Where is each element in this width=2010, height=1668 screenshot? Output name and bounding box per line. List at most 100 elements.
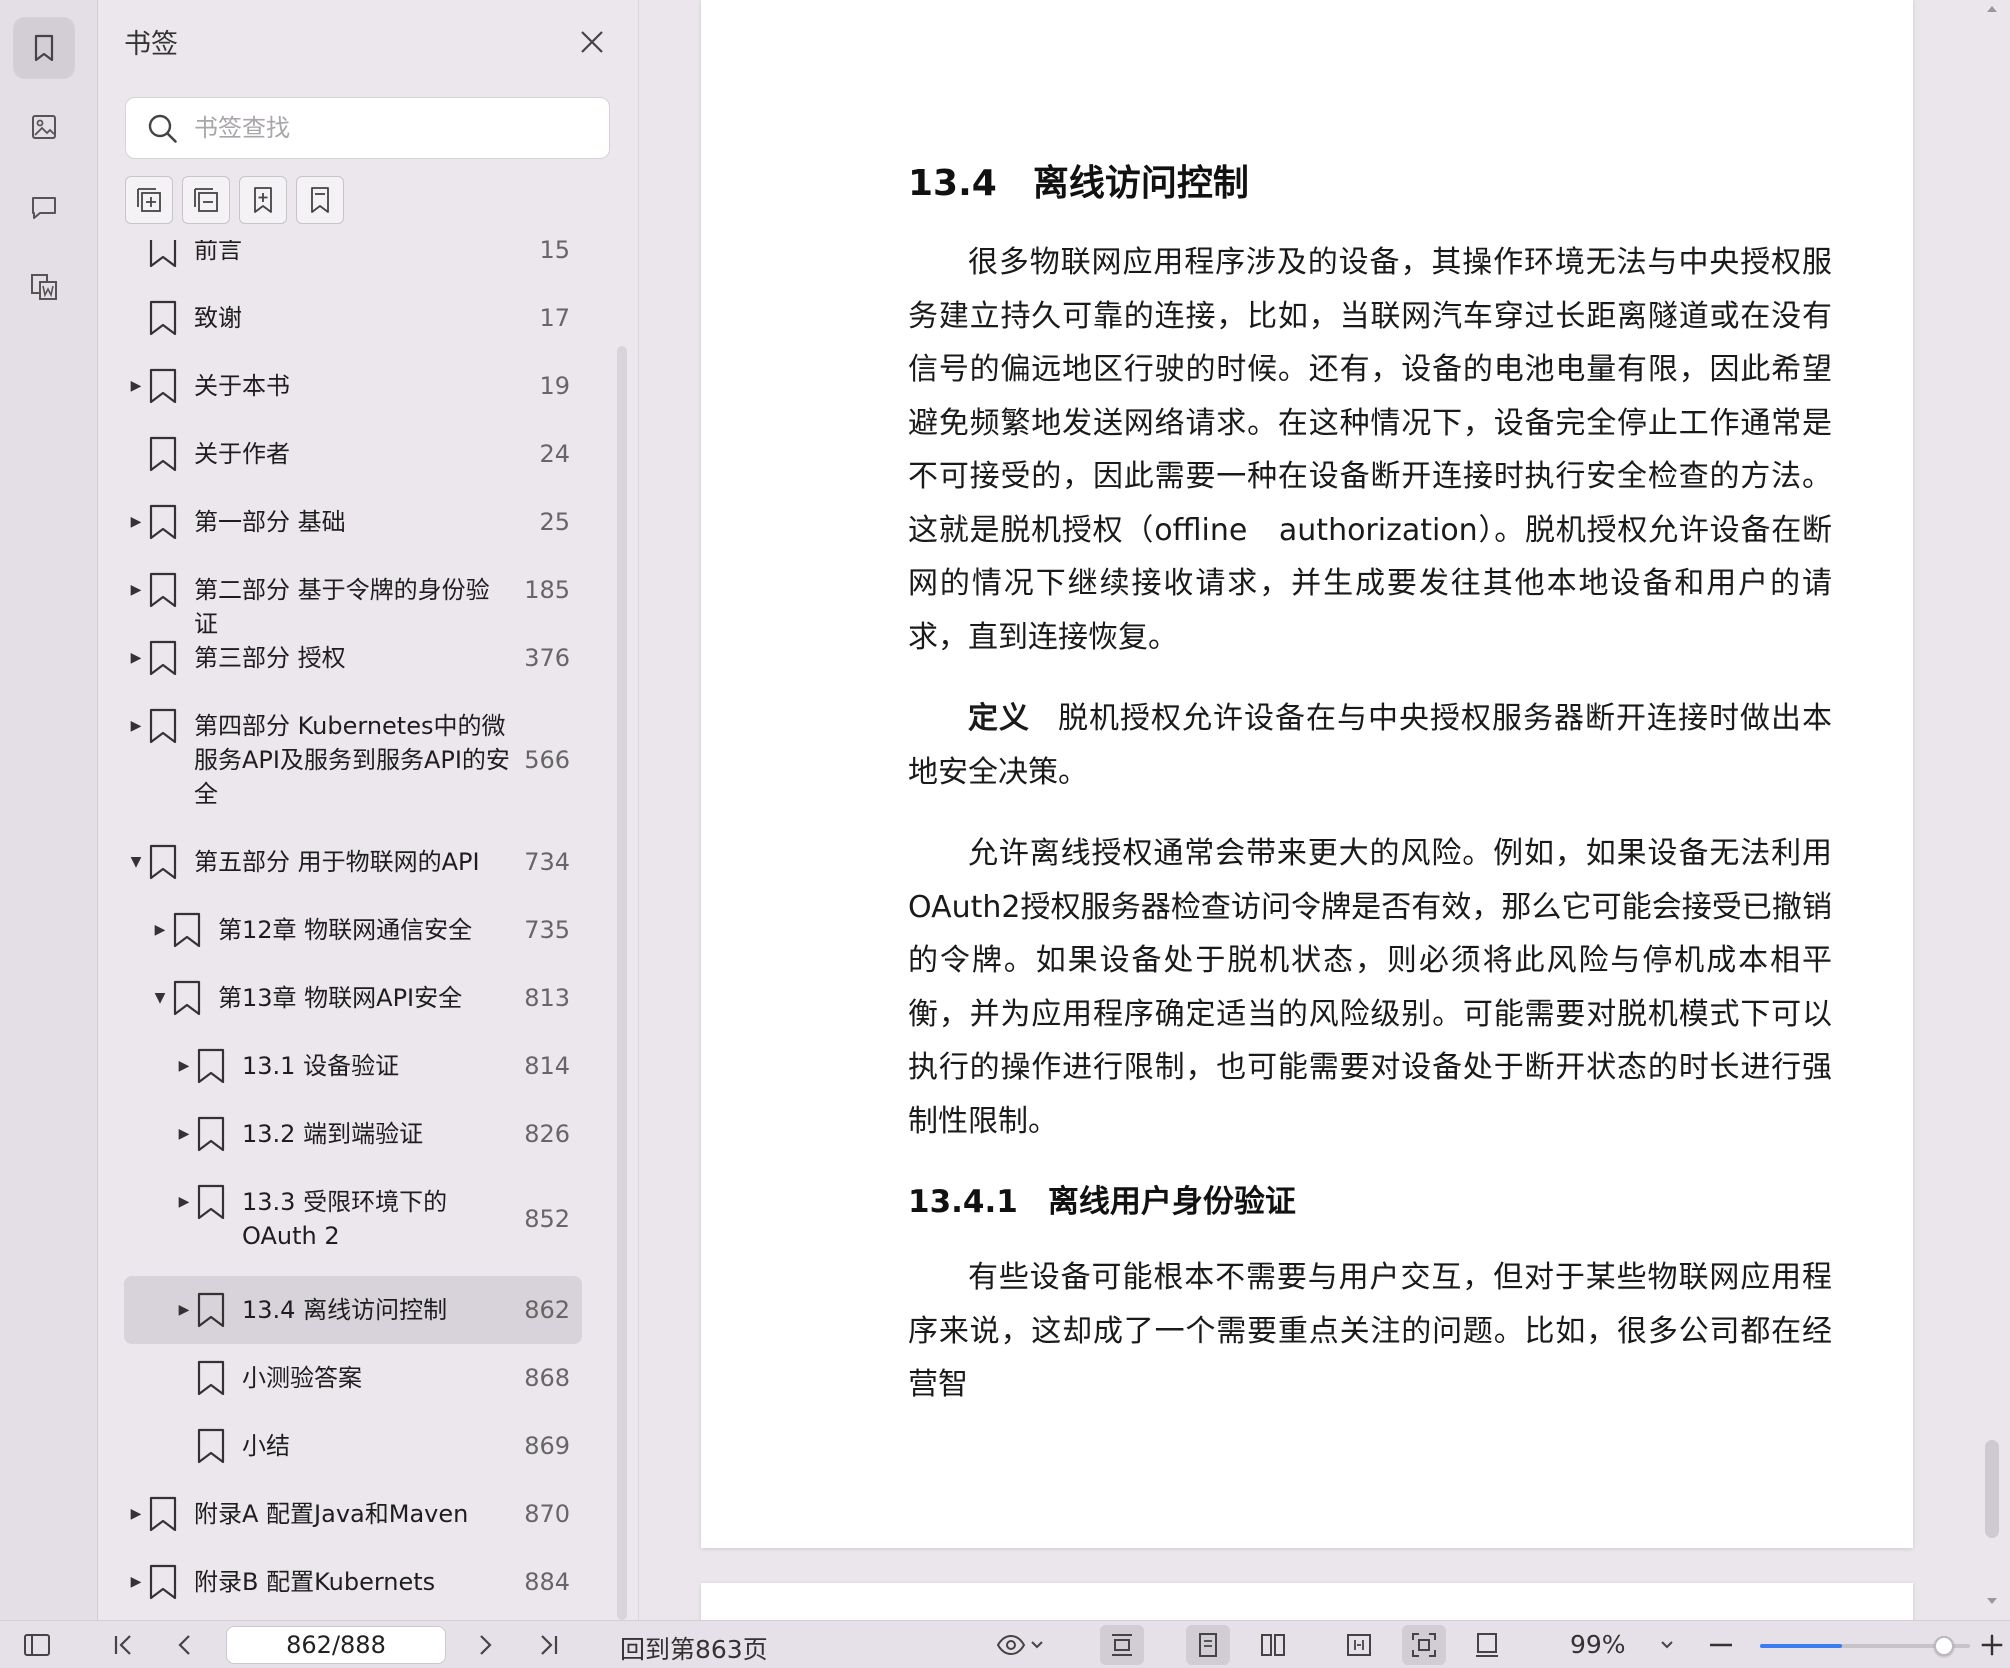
zoom-dropdown-button[interactable] <box>1650 1629 1684 1661</box>
bookmark-icon <box>149 1496 177 1532</box>
reading-mode-button[interactable] <box>990 1629 1050 1661</box>
continuous-scroll-button[interactable] <box>1100 1625 1144 1665</box>
bookmark-outline-icon <box>311 187 329 213</box>
bookmark-page-number: 24 <box>539 440 570 468</box>
collapsed-arrow-icon[interactable]: ▶ <box>128 488 144 556</box>
zoom-slider[interactable] <box>1760 1636 1970 1656</box>
zoom-in-button[interactable] <box>1978 1629 2006 1661</box>
last-page-icon <box>541 1635 558 1655</box>
toggle-sidebar-button[interactable] <box>20 1629 54 1661</box>
close-panel-button[interactable] <box>574 24 610 60</box>
collapsed-arrow-icon[interactable]: ▶ <box>128 1548 144 1616</box>
goto-page-link[interactable]: 回到第863页 <box>620 1630 768 1666</box>
first-page-button[interactable] <box>106 1629 140 1661</box>
expanded-arrow-icon[interactable]: ▼ <box>152 964 168 1032</box>
collapsed-arrow-icon[interactable]: ▶ <box>176 1276 192 1344</box>
add-bookmark-icon <box>254 187 272 213</box>
bookmark-item[interactable]: ▼ 第13章 物联网API安全 813 <box>124 964 582 1032</box>
bookmark-outline-button[interactable] <box>296 176 344 224</box>
bookmark-item[interactable]: ▶ 第四部分 Kubernetes中的微服务API及服务到服务API的安全 566 <box>124 692 582 828</box>
bookmark-item[interactable]: ▶ 13.1 设备验证 814 <box>124 1032 582 1100</box>
bookmark-page-number: 185 <box>524 576 570 604</box>
collapsed-arrow-icon[interactable]: ▶ <box>176 1100 192 1168</box>
bookmark-panel-button[interactable] <box>13 17 75 79</box>
fit-page-button[interactable] <box>1402 1625 1446 1665</box>
bookmark-item[interactable]: ▶ 13.4 离线访问控制 862 <box>124 1276 582 1344</box>
bookmark-scrollbar[interactable] <box>617 346 627 1620</box>
next-page-button[interactable] <box>468 1629 502 1661</box>
bookmark-search-box[interactable] <box>125 97 610 159</box>
bookmark-icon <box>149 572 177 608</box>
zoom-slider-fill <box>1760 1644 1842 1648</box>
scroll-up-arrow-icon[interactable] <box>1985 4 1999 14</box>
document-scrollbar-thumb[interactable] <box>1985 1440 1999 1538</box>
two-page-button[interactable] <box>1256 1629 1290 1661</box>
plus-icon <box>1981 1634 2003 1656</box>
add-bookmark-button[interactable] <box>239 176 287 224</box>
collapsed-arrow-icon[interactable]: ▶ <box>128 556 144 624</box>
bookmark-icon <box>149 708 177 744</box>
collapsed-arrow-icon[interactable]: ▶ <box>176 1032 192 1100</box>
expanded-arrow-icon[interactable]: ▼ <box>128 828 144 896</box>
thumbnail-image-icon <box>32 115 56 139</box>
bookmark-item[interactable]: ▶ 附录B 配置Kubernets 884 <box>124 1548 582 1616</box>
collapsed-arrow-icon[interactable]: ▶ <box>128 692 144 760</box>
bookmark-icon <box>197 1360 225 1396</box>
bookmark-item[interactable]: ▶ 第12章 物联网通信安全 735 <box>124 896 582 964</box>
bookmark-item[interactable]: ▶ 附录A 配置Java和Maven 870 <box>124 1480 582 1548</box>
bookmark-item[interactable]: 小测验答案 868 <box>124 1344 582 1412</box>
chevron-left-icon <box>178 1635 190 1655</box>
bookmark-icon <box>173 912 201 948</box>
bookmark-item[interactable]: ▶ 13.2 端到端验证 826 <box>124 1100 582 1168</box>
bookmark-label: 13.1 设备验证 <box>242 1052 400 1080</box>
collapsed-arrow-icon[interactable]: ▶ <box>176 1168 192 1236</box>
page-content: 13.4 离线访问控制 很多物联网应用程序涉及的设备，其操作环境无法与中央授权服务… <box>908 150 1832 1440</box>
bookmark-item[interactable]: ▶ 第三部分 授权 376 <box>124 624 582 692</box>
paragraph-3: 有些设备可能根本不需要与用户交互，但对于某些物联网应用程序来说，这却成了一个需要… <box>908 1260 1832 1402</box>
collapse-all-button[interactable] <box>182 176 230 224</box>
left-icon-rail <box>0 0 98 1620</box>
actual-size-button[interactable] <box>1470 1629 1504 1661</box>
bookmark-page-number: 814 <box>524 1052 570 1080</box>
bookmark-search-input[interactable] <box>194 108 594 148</box>
convert-to-word-button[interactable] <box>13 256 75 318</box>
bookmark-item[interactable]: 前言 15 <box>124 240 582 284</box>
scroll-down-arrow-icon[interactable] <box>1985 1596 1999 1606</box>
bookmark-icon <box>197 1048 225 1084</box>
bookmark-item[interactable]: ▶ 第一部分 基础 25 <box>124 488 582 556</box>
bookmark-label: 附录B 配置Kubernets <box>194 1568 436 1596</box>
bookmark-item[interactable]: ▶ 关于本书 19 <box>124 352 582 420</box>
sidebar-toggle-icon <box>24 1634 50 1656</box>
zoom-slider-handle[interactable] <box>1933 1636 1954 1656</box>
expand-all-button[interactable] <box>125 176 173 224</box>
collapsed-arrow-icon[interactable]: ▶ <box>128 624 144 692</box>
page-number-input[interactable] <box>226 1626 446 1664</box>
thumbnail-panel-button[interactable] <box>13 96 75 158</box>
bookmark-page-number: 869 <box>524 1432 570 1460</box>
bookmark-page-number: 735 <box>524 916 570 944</box>
status-bar: 回到第863页 99% <box>0 1620 2010 1668</box>
collapsed-arrow-icon[interactable]: ▶ <box>128 1480 144 1548</box>
comment-icon <box>32 197 56 219</box>
zoom-out-button[interactable] <box>1704 1629 1738 1661</box>
collapsed-arrow-icon[interactable]: ▶ <box>128 352 144 420</box>
collapsed-arrow-icon[interactable]: ▶ <box>152 896 168 964</box>
bookmark-item[interactable]: ▼ 第五部分 用于物联网的API 734 <box>124 828 582 896</box>
bookmark-item[interactable]: 小结 869 <box>124 1412 582 1480</box>
single-page-button[interactable] <box>1186 1625 1230 1665</box>
bookmark-item[interactable]: ▶ 第二部分 基于令牌的身份验证 185 <box>124 556 582 638</box>
bookmark-label: 第五部分 用于物联网的API <box>194 848 480 876</box>
bookmark-item[interactable]: 关于作者 24 <box>124 420 582 488</box>
first-page-icon <box>114 1635 131 1655</box>
previous-page-button[interactable] <box>168 1629 202 1661</box>
comment-panel-button[interactable] <box>13 176 75 238</box>
bookmark-item[interactable]: ▶ 13.3 受限环境下的OAuth 2 852 <box>124 1168 582 1270</box>
bookmark-label: 关于作者 <box>194 440 290 468</box>
convert-to-word-icon <box>31 274 57 300</box>
bookmark-icon <box>149 844 177 880</box>
subsection-title: 离线用户身份验证 <box>1047 1184 1296 1220</box>
zoom-level[interactable]: 99% <box>1570 1630 1626 1659</box>
fit-width-button[interactable] <box>1342 1629 1376 1661</box>
bookmark-item[interactable]: 致谢 17 <box>124 284 582 352</box>
last-page-button[interactable] <box>532 1629 566 1661</box>
